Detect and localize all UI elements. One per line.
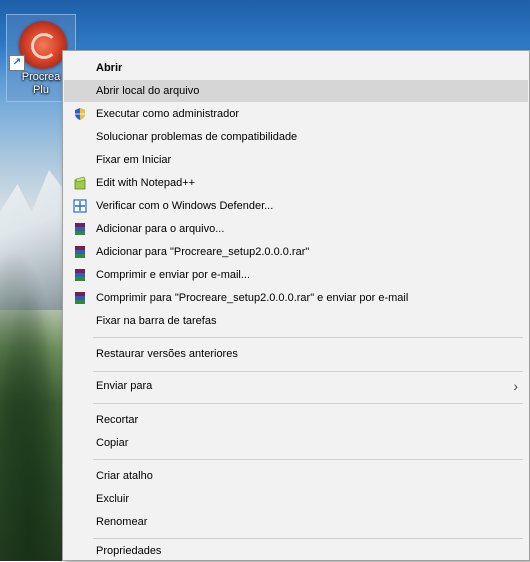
winrar-icon [75, 269, 85, 281]
menu-item-label: Comprimir e enviar por e-mail... [96, 269, 251, 281]
menu-item-cut[interactable]: Recortar [64, 409, 528, 431]
menu-item-label: Adicionar para "Procreare_setup2.0.0.0.r… [96, 246, 310, 258]
menu-separator [93, 459, 523, 460]
windows-defender-icon [73, 199, 87, 213]
menu-item-send-to[interactable]: Enviar para › [64, 375, 528, 397]
menu-item-run-as-admin[interactable]: Executar como administrador [64, 103, 528, 125]
winrar-icon [75, 223, 85, 235]
wallpaper-mountain [0, 170, 70, 310]
menu-item-label: Abrir [96, 62, 123, 74]
chevron-right-icon: › [513, 378, 518, 394]
menu-item-pin-to-start[interactable]: Fixar em Iniciar [64, 149, 528, 171]
notepad-plus-plus-icon [74, 176, 86, 190]
menu-item-rename[interactable]: Renomear [64, 511, 528, 533]
menu-item-scan-windows-defender[interactable]: Verificar com o Windows Defender... [64, 195, 528, 217]
menu-separator [93, 337, 523, 338]
winrar-icon [75, 292, 85, 304]
menu-item-edit-notepad-plus-plus[interactable]: Edit with Notepad++ [64, 172, 528, 194]
menu-item-delete[interactable]: Excluir [64, 488, 528, 510]
menu-separator [93, 371, 523, 372]
menu-item-copy[interactable]: Copiar [64, 432, 528, 454]
procreate-logo-icon [19, 21, 67, 69]
menu-item-label: Criar atalho [96, 470, 153, 482]
menu-item-label: Copiar [96, 437, 129, 449]
menu-item-restore-previous-versions[interactable]: Restaurar versões anteriores [64, 343, 528, 365]
menu-item-add-to-rar[interactable]: Adicionar para "Procreare_setup2.0.0.0.r… [64, 241, 528, 263]
menu-item-label: Abrir local do arquivo [96, 85, 200, 97]
menu-item-troubleshoot-compatibility[interactable]: Solucionar problemas de compatibilidade [64, 126, 528, 148]
menu-item-properties[interactable]: Propriedades [64, 540, 528, 562]
menu-item-label: Edit with Notepad++ [96, 177, 196, 189]
menu-item-add-to-archive[interactable]: Adicionar para o arquivo... [64, 218, 528, 240]
menu-item-label: Adicionar para o arquivo... [96, 223, 225, 235]
menu-item-label: Fixar na barra de tarefas [96, 315, 217, 327]
menu-item-label: Executar como administrador [96, 108, 240, 120]
shortcut-arrow-icon: ↗ [9, 55, 25, 71]
menu-item-pin-to-taskbar[interactable]: Fixar na barra de tarefas [64, 310, 528, 332]
menu-item-create-shortcut[interactable]: Criar atalho [64, 465, 528, 487]
menu-item-open[interactable]: Abrir [64, 57, 528, 79]
menu-item-label: Solucionar problemas de compatibilidade [96, 131, 298, 143]
menu-item-label: Enviar para [96, 380, 153, 392]
menu-item-compress-and-email[interactable]: Comprimir e enviar por e-mail... [64, 264, 528, 286]
context-menu: Abrir Abrir local do arquivo Executar co… [62, 50, 530, 561]
shield-icon [75, 108, 85, 120]
menu-item-label: Fixar em Iniciar [96, 154, 172, 166]
menu-item-label: Verificar com o Windows Defender... [96, 200, 274, 212]
menu-item-label: Comprimir para "Procreare_setup2.0.0.0.r… [96, 292, 409, 304]
menu-item-label: Restaurar versões anteriores [96, 348, 238, 360]
menu-item-label: Propriedades [96, 545, 162, 557]
menu-separator [93, 403, 523, 404]
menu-item-label: Excluir [96, 493, 130, 505]
menu-item-open-file-location[interactable]: Abrir local do arquivo [64, 80, 528, 102]
menu-separator [93, 538, 523, 539]
menu-item-label: Recortar [96, 414, 139, 426]
menu-item-label: Renomear [96, 516, 148, 528]
menu-item-compress-to-rar-and-email[interactable]: Comprimir para "Procreare_setup2.0.0.0.r… [64, 287, 528, 309]
winrar-icon [75, 246, 85, 258]
